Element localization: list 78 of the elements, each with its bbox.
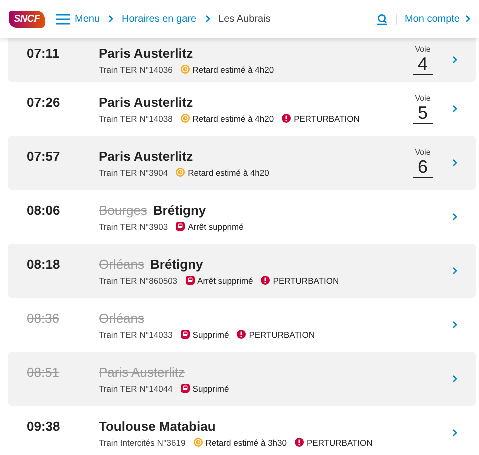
chevron-icon bbox=[452, 375, 458, 383]
departure-time: 09:38 bbox=[27, 418, 62, 434]
status-label: Supprimé bbox=[180, 330, 230, 340]
warning-icon bbox=[282, 114, 292, 123]
train-number: Train TER N°14036 bbox=[99, 64, 173, 74]
train-number: Train TER N°3904 bbox=[99, 168, 168, 178]
search-icon[interactable] bbox=[376, 14, 388, 24]
departure-time: 08:36 bbox=[27, 310, 61, 326]
warning-icon bbox=[295, 438, 304, 447]
platform-number: 5 bbox=[412, 103, 433, 124]
platform-label: Voie bbox=[415, 94, 431, 103]
platform-number: 6 bbox=[412, 157, 433, 178]
status-label: Retard estimé à 3h30 bbox=[194, 438, 287, 448]
chevron-icon bbox=[452, 56, 458, 64]
train-icon bbox=[180, 384, 190, 393]
menu-button[interactable]: Menu bbox=[56, 14, 100, 24]
departure-time: 08:18 bbox=[27, 256, 62, 272]
departure-time: 08:51 bbox=[27, 364, 61, 380]
warning-icon bbox=[237, 330, 246, 339]
status-label: PERTURBATION bbox=[282, 114, 360, 124]
menu-icon bbox=[56, 14, 70, 24]
clock-icon bbox=[180, 114, 190, 123]
status-label: Retard estimé à 4h20 bbox=[180, 64, 274, 74]
chevron-icon bbox=[204, 15, 211, 23]
train-number: Train TER N°860503 bbox=[99, 276, 178, 286]
departure-time: 07:26 bbox=[27, 94, 62, 110]
status-label: PERTURBATION bbox=[237, 330, 315, 340]
logo[interactable]: SNCF bbox=[9, 10, 46, 28]
train-number: Train TER N°3903 bbox=[99, 222, 168, 232]
breadcrumb[interactable]: Horaires en gare bbox=[122, 14, 197, 24]
chevron-icon bbox=[452, 321, 458, 329]
status-label: Retard estimé à 4h20 bbox=[180, 114, 274, 124]
train-icon bbox=[176, 222, 186, 231]
chevron-icon bbox=[452, 213, 458, 221]
departure-row[interactable]: 07:11 Paris Austerlitz Train TER N°14036 Retard estimé à 4h20 Voie 4 bbox=[8, 38, 476, 82]
breadcrumb: Les Aubrais bbox=[218, 14, 271, 24]
destination: Paris Austerlitz bbox=[99, 148, 194, 164]
chevron-icon bbox=[452, 429, 458, 437]
chevron-icon bbox=[452, 105, 458, 113]
destination: Toulouse Matabiau bbox=[99, 418, 216, 434]
train-icon bbox=[186, 276, 195, 285]
platform-number: 4 bbox=[412, 54, 433, 75]
status-label: Arrêt supprimé bbox=[176, 222, 244, 232]
status-label: Arrêt supprimé bbox=[186, 276, 254, 286]
status-label: Supprimé bbox=[180, 384, 230, 394]
platform-label: Voie bbox=[415, 148, 431, 157]
status-label: Retard estimé à 4h20 bbox=[176, 168, 270, 178]
destination: Orléans bbox=[99, 310, 145, 326]
destination: Brétigny bbox=[153, 202, 206, 218]
platform-label: Voie bbox=[415, 45, 431, 54]
destination: Bourges bbox=[99, 202, 148, 218]
destination: Paris Austerlitz bbox=[99, 364, 185, 380]
destination: Orléans bbox=[99, 256, 145, 272]
destination: Brétigny bbox=[150, 256, 204, 272]
train-icon bbox=[180, 330, 190, 339]
train-number: Train TER N°14033 bbox=[99, 330, 173, 340]
account-link[interactable]: Mon compte bbox=[396, 14, 471, 24]
destination: Paris Austerlitz bbox=[99, 46, 194, 60]
departure-time: 07:11 bbox=[27, 45, 61, 61]
train-number: Train Intercités N°3619 bbox=[99, 438, 186, 448]
warning-icon bbox=[261, 276, 270, 285]
departure-row[interactable]: 08:51 Paris Austerlitz Train TER N°14044 Supprimé bbox=[8, 352, 476, 406]
clock-icon bbox=[176, 168, 186, 177]
chevron-icon bbox=[465, 15, 471, 23]
clock-icon bbox=[180, 65, 190, 74]
train-number: Train TER N°14044 bbox=[99, 384, 173, 394]
chevron-icon bbox=[108, 15, 114, 23]
destination: Paris Austerlitz bbox=[99, 94, 194, 110]
departure-row[interactable]: 07:57 Paris Austerlitz Train TER N°3904 Retard estimé à 4h20 Voie 6 bbox=[8, 136, 476, 190]
chevron-icon bbox=[452, 159, 458, 167]
status-label: PERTURBATION bbox=[295, 438, 373, 448]
chevron-icon bbox=[452, 267, 458, 275]
departure-row[interactable]: 08:18 Orléans Brétigny Train TER N°860503 Arrêt supprimé PERTURBATION bbox=[8, 244, 476, 298]
departure-time: 07:57 bbox=[27, 148, 62, 164]
train-number: Train TER N°14038 bbox=[99, 114, 173, 124]
departure-time: 08:06 bbox=[27, 202, 62, 218]
status-label: PERTURBATION bbox=[261, 276, 340, 286]
clock-icon bbox=[194, 438, 203, 447]
